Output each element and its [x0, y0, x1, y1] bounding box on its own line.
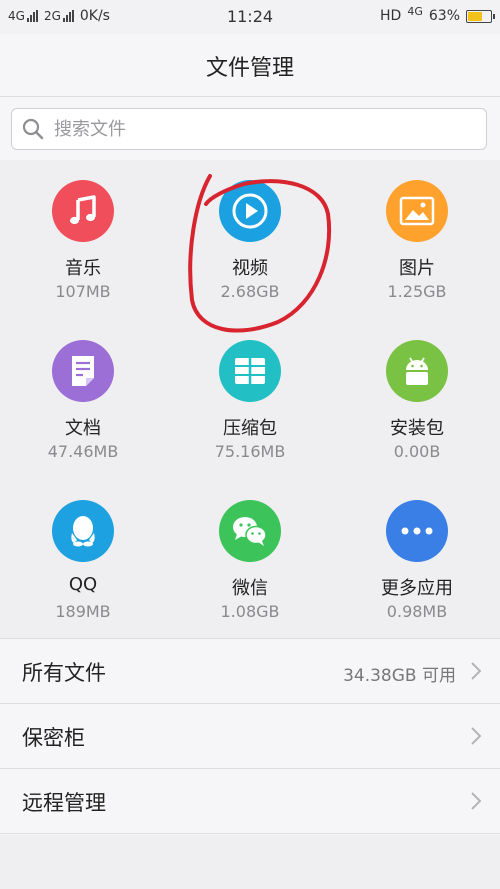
music-icon-circle: [52, 180, 114, 242]
search-icon: [22, 118, 44, 140]
page-title: 文件管理: [205, 56, 294, 81]
play-icon: [232, 193, 268, 229]
hd-indicator: HD: [380, 8, 402, 24]
music-note-icon: [70, 195, 96, 225]
qq-icon-circle: [52, 500, 114, 562]
wechat-icon-circle: [219, 500, 281, 562]
category-size: 2.68GB: [220, 282, 280, 301]
picture-icon: [399, 196, 435, 226]
category-size: 189MB: [55, 602, 111, 621]
category-wechat[interactable]: 微信 1.08GB: [167, 480, 333, 640]
category-label: 文档: [65, 418, 101, 439]
wechat-icon: [233, 517, 267, 546]
category-pictures[interactable]: 图片 1.25GB: [334, 160, 500, 320]
category-label: 图片: [399, 258, 435, 279]
documents-icon-circle: [52, 340, 114, 402]
list-item-label: 所有文件: [22, 661, 106, 685]
apks-icon-circle: [386, 340, 448, 402]
category-size: 1.25GB: [387, 282, 447, 301]
network-badge: 4G: [407, 4, 423, 18]
category-label: 安装包: [390, 418, 444, 439]
battery-icon: [466, 9, 495, 23]
category-size: 107MB: [55, 282, 111, 301]
category-label: 压缩包: [223, 418, 277, 439]
category-grid: 音乐 107MB 视频 2.68GB 图片 1.25GB 文档 47.46MB …: [0, 160, 500, 638]
pictures-icon-circle: [386, 180, 448, 242]
chevron-right-icon: [471, 792, 482, 810]
category-documents[interactable]: 文档 47.46MB: [0, 320, 166, 480]
category-size: 1.08GB: [220, 602, 280, 621]
android-icon: [406, 357, 428, 385]
archives-icon-circle: [219, 340, 281, 402]
available-space: 34.38GB 可用: [343, 666, 456, 686]
category-size: 75.16MB: [214, 442, 286, 461]
category-more-apps[interactable]: 更多应用 0.98MB: [334, 480, 500, 640]
storage-list: 所有文件 34.38GB 可用 保密柜 远程管理: [0, 638, 500, 835]
category-archives[interactable]: 压缩包 75.16MB: [167, 320, 333, 480]
search-area: [0, 97, 500, 160]
list-item-safe[interactable]: 保密柜: [0, 704, 500, 769]
list-item-all-files[interactable]: 所有文件 34.38GB 可用: [0, 639, 500, 704]
list-item-label: 远程管理: [22, 791, 106, 815]
category-video[interactable]: 视频 2.68GB: [167, 160, 333, 320]
chevron-right-icon: [471, 727, 482, 745]
list-item-label: 保密柜: [22, 726, 85, 750]
qq-penguin-icon: [71, 516, 95, 547]
category-qq[interactable]: QQ 189MB: [0, 480, 166, 640]
status-bar: 4G 2G 0K/s 11:24 HD 4G 63%: [0, 0, 500, 34]
category-label: QQ: [68, 574, 98, 595]
category-size: 0.00B: [393, 442, 441, 461]
category-label: 微信: [232, 578, 268, 599]
chevron-right-icon: [471, 662, 482, 680]
category-label: 更多应用: [381, 578, 453, 599]
video-icon-circle: [219, 180, 281, 242]
category-apks[interactable]: 安装包 0.00B: [334, 320, 500, 480]
title-bar: 文件管理: [0, 34, 500, 97]
archive-icon: [235, 358, 265, 384]
document-icon: [72, 356, 94, 386]
search-input[interactable]: [52, 117, 456, 141]
category-music[interactable]: 音乐 107MB: [0, 160, 166, 320]
category-size: 47.46MB: [47, 442, 119, 461]
category-size: 0.98MB: [386, 602, 448, 621]
battery-percent: 63%: [428, 8, 460, 24]
more-dots-icon: [401, 527, 433, 535]
more-apps-icon-circle: [386, 500, 448, 562]
list-item-remote-management[interactable]: 远程管理: [0, 769, 500, 834]
search-box[interactable]: [11, 108, 487, 150]
divider: [0, 833, 500, 834]
category-label: 音乐: [65, 258, 101, 279]
category-label: 视频: [232, 258, 268, 279]
